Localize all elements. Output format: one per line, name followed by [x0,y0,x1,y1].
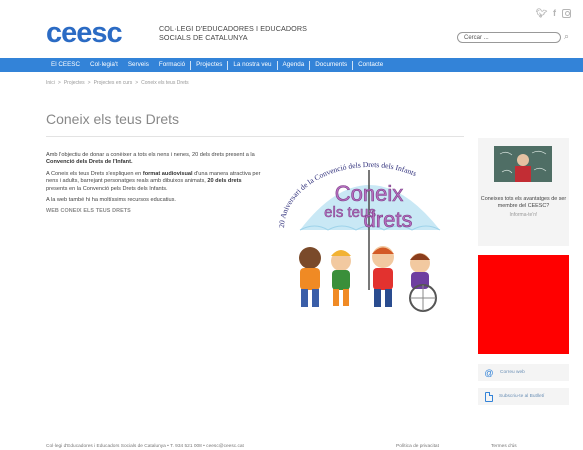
breadcrumb-separator: > [87,80,91,86]
breadcrumb-separator: > [57,80,61,86]
title-divider [46,136,464,137]
nav-item-projectes[interactable]: Projectes [191,58,227,72]
breadcrumb-separator: > [135,80,139,86]
at-icon: @ [484,367,494,378]
red-banner [478,255,569,354]
social-links: 🐦︎ f [536,8,571,18]
breadcrumb-projectes-en-curs[interactable]: Projectes en curs [94,80,133,86]
nav-item-agenda[interactable]: Agenda [278,58,310,72]
page-title: Coneix els teus Drets [46,111,180,127]
nav-item-collegiat[interactable]: Col·legia't [85,58,123,72]
document-icon [485,391,493,402]
nav-item-contacte[interactable]: Contacte [353,58,388,72]
poster-title-line1: Coneix [335,181,403,206]
nav-item-serveis[interactable]: Serveis [123,58,154,72]
paragraph-resources: A la web també hi ha moltíssims recursos… [46,197,176,204]
paragraph-format: A Coneix els teus Drets s'expliquen en f… [46,170,261,192]
newsletter-link[interactable]: Subscriu-te al Butlletí [478,388,569,405]
breadcrumb-home[interactable]: Inici [46,80,55,86]
paragraph-intro: Amb l'objectiu de donar a conèixer a tot… [46,152,255,166]
children-illustration [299,246,437,312]
membership-photo [494,146,552,182]
nav-item-la-nostra-veu[interactable]: La nostra veu [228,58,276,72]
nav-item-documents[interactable]: Documents [310,58,352,72]
poster-title-line3: drets [364,207,413,232]
search-icon[interactable]: ⌕ [564,31,569,42]
facebook-icon[interactable]: f [553,8,556,18]
breadcrumb: Inici > Projectes > Projectes en curs > … [46,80,189,86]
privacy-policy-link[interactable]: Política de privacitat [396,444,439,449]
breadcrumb-projectes[interactable]: Projectes [64,80,85,86]
membership-link[interactable]: Informa-te'n! [478,212,569,218]
nav-item-el-ceesc[interactable]: El CEESC [46,58,85,72]
campaign-poster: 20 Aniversari de la Convenció dels Drets… [277,160,441,312]
membership-text: Coneixes tots els avantatges de ser memb… [480,196,567,209]
instagram-icon[interactable] [562,8,571,18]
webmail-link[interactable]: @ Correu web [478,364,569,381]
nav-item-formacio[interactable]: Formació [154,58,190,72]
search-input[interactable]: Cercar ... [457,32,561,43]
person-image [494,146,552,182]
twitter-icon[interactable]: 🐦︎ [536,8,547,18]
article-body: Amb l'objectiu de donar a conèixer a tot… [46,152,264,220]
logo[interactable]: ceesc [46,18,123,48]
terms-link[interactable]: Termes d'ús [491,444,517,449]
logo-subtitle: COL·LEGI D'EDUCADORES I EDUCADORS SOCIAL… [159,24,308,42]
membership-card[interactable]: Coneixes tots els avantatges de ser memb… [478,138,569,246]
breadcrumb-current: Coneix els teus Drets [141,80,189,86]
main-nav: El CEESC Col·legia't Serveis Formació Pr… [46,58,388,72]
web-link[interactable]: WEB CONEIX ELS TEUS DRETS [46,208,131,214]
footer-contact: Col·legi d'Educadores i Educadors Social… [46,444,244,449]
footer: Col·legi d'Educadores i Educadors Social… [46,444,566,449]
